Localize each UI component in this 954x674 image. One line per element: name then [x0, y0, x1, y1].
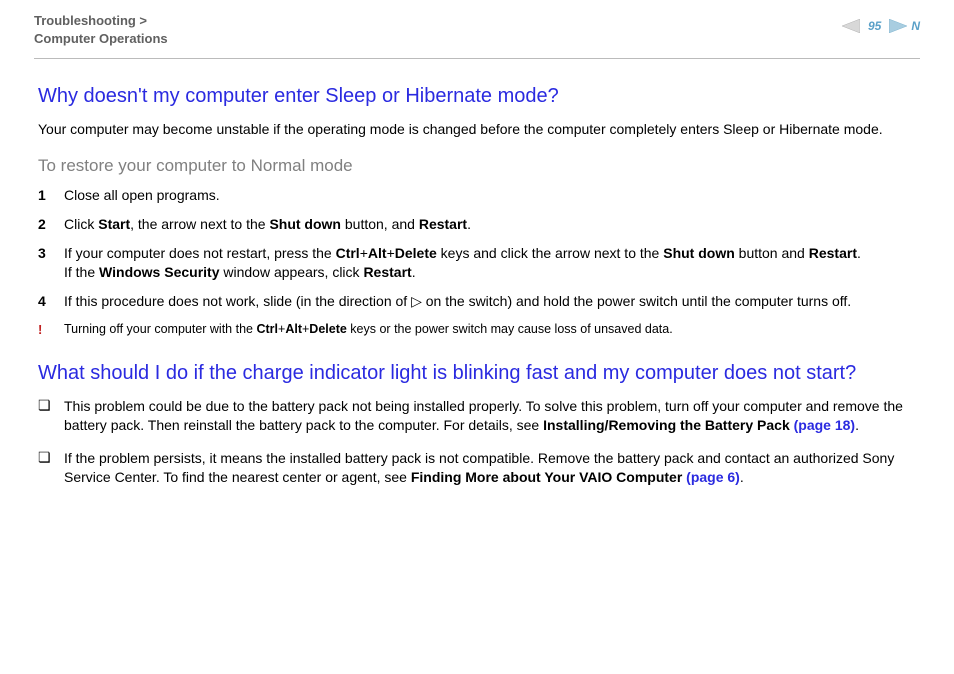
list-item: ❏ This problem could be due to the batte…: [38, 397, 916, 435]
breadcrumb-top: Troubleshooting >: [34, 12, 168, 30]
step-3: 3 If your computer does not restart, pre…: [38, 244, 916, 282]
page-18-link[interactable]: (page 18): [794, 417, 855, 433]
triangle-icon: ▷: [411, 293, 422, 309]
page-6-link[interactable]: (page 6): [686, 469, 740, 485]
next-page-icon[interactable]: [889, 19, 907, 33]
step-1: 1 Close all open programs.: [38, 186, 916, 205]
question-1-title: Why doesn't my computer enter Sleep or H…: [38, 83, 916, 110]
step-number: 2: [38, 215, 64, 234]
steps-list: 1 Close all open programs. 2 Click Start…: [38, 186, 916, 310]
question-1-intro: Your computer may become unstable if the…: [38, 120, 916, 139]
restore-subheading: To restore your computer to Normal mode: [38, 155, 916, 178]
breadcrumb: Troubleshooting > Computer Operations: [34, 12, 168, 48]
breadcrumb-bottom: Computer Operations: [34, 30, 168, 48]
warning-note: ! Turning off your computer with the Ctr…: [38, 321, 916, 339]
step-body: Close all open programs.: [64, 186, 916, 205]
question-2-title: What should I do if the charge indicator…: [38, 360, 916, 387]
step-4: 4 If this procedure does not work, slide…: [38, 292, 916, 311]
warning-icon: !: [38, 321, 64, 339]
list-item: ❏ If the problem persists, it means the …: [38, 449, 916, 487]
step-body: If this procedure does not work, slide (…: [64, 292, 916, 311]
square-bullet-icon: ❏: [38, 397, 64, 414]
step-2: 2 Click Start, the arrow next to the Shu…: [38, 215, 916, 234]
step-number: 3: [38, 244, 64, 263]
step-number: 1: [38, 186, 64, 205]
content: Why doesn't my computer enter Sleep or H…: [34, 83, 920, 486]
pager: 95 N: [842, 18, 920, 34]
bullet-list: ❏ This problem could be due to the batte…: [38, 397, 916, 487]
step-body: If your computer does not restart, press…: [64, 244, 916, 282]
warning-text: Turning off your computer with the Ctrl+…: [64, 321, 673, 338]
step-number: 4: [38, 292, 64, 311]
bullet-body: If the problem persists, it means the in…: [64, 449, 916, 487]
bullet-body: This problem could be due to the battery…: [64, 397, 916, 435]
n-label: N: [911, 18, 920, 34]
prev-page-icon[interactable]: [842, 19, 860, 33]
page-number: 95: [868, 18, 881, 34]
square-bullet-icon: ❏: [38, 449, 64, 466]
page-header: Troubleshooting > Computer Operations 95…: [34, 12, 920, 59]
step-body: Click Start, the arrow next to the Shut …: [64, 215, 916, 234]
